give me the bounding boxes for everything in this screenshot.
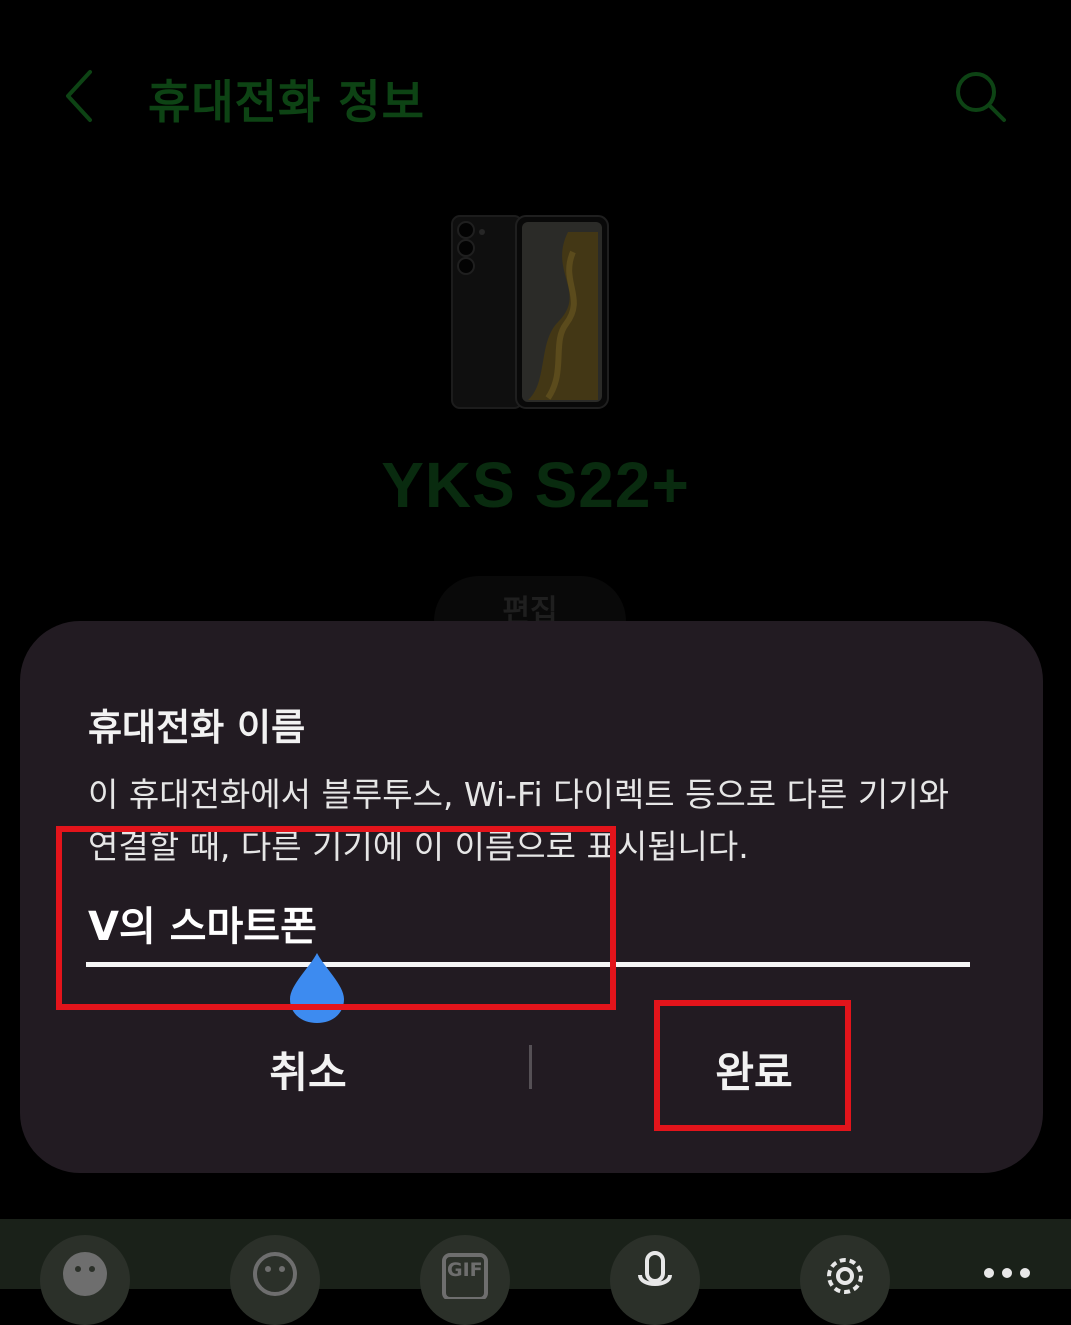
emoji-key[interactable]: [230, 1235, 320, 1325]
dialog-description: 이 휴대전화에서 블루투스, Wi-Fi 다이렉트 등으로 다른 기기와 연결할…: [88, 775, 949, 866]
sticker-key[interactable]: [40, 1235, 130, 1325]
rename-dialog: 휴대전화 이름 이 휴대전화에서 블루투스, Wi-Fi 다이렉트 등으로 다른…: [20, 621, 1043, 1173]
phone-info-screen: 휴대전화 정보 YKS S22+ 편집 휴대전화 이름 이 휴대전화에서 블루투…: [0, 0, 1071, 1325]
dialog-title: 휴대전화 이름: [88, 706, 306, 749]
keyboard-toolbar: GIF: [0, 1219, 1071, 1325]
microphone-key[interactable]: [610, 1235, 700, 1325]
gif-label: GIF: [447, 1259, 483, 1281]
gear-icon: [827, 1258, 863, 1294]
sticker-icon: [63, 1252, 107, 1296]
button-divider: [529, 1045, 532, 1089]
settings-key[interactable]: [800, 1235, 890, 1325]
microphone-icon: [638, 1251, 672, 1286]
emoji-icon: [253, 1252, 297, 1296]
cursor-handle-icon[interactable]: [288, 951, 346, 1025]
phone-name-input[interactable]: [86, 889, 970, 967]
cancel-button[interactable]: 취소: [168, 1029, 448, 1109]
done-button[interactable]: 완료: [614, 1029, 894, 1109]
more-icon[interactable]: [982, 1263, 1032, 1283]
gif-key[interactable]: GIF: [420, 1235, 510, 1325]
